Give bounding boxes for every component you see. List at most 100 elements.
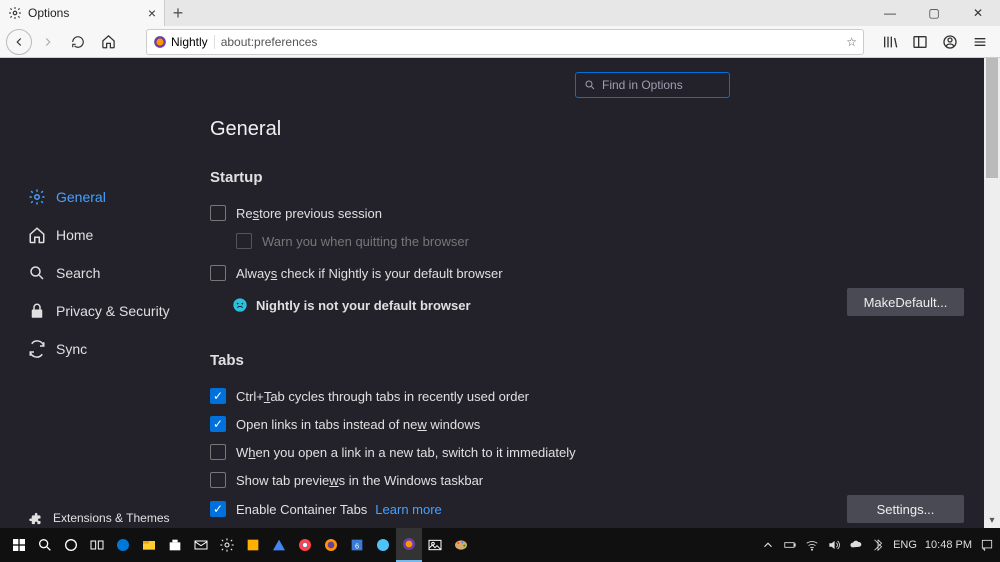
system-tray: ENG 10:48 PM: [761, 538, 994, 552]
make-default-button[interactable]: Make Default...: [847, 288, 964, 316]
checkbox[interactable]: [210, 205, 226, 221]
maximize-button[interactable]: ▢: [912, 0, 956, 26]
app-icon[interactable]: [266, 528, 292, 562]
page-title: General: [210, 118, 964, 141]
checkbox: [236, 233, 252, 249]
url-bar[interactable]: Nightly about:preferences ☆: [146, 29, 864, 55]
warn-quit-row: Warn you when quitting the browser: [236, 228, 964, 254]
site-identity[interactable]: Nightly: [153, 35, 215, 49]
cortana-icon[interactable]: [58, 528, 84, 562]
explorer-icon[interactable]: [136, 528, 162, 562]
label: Ctrl+Tab cycles through tabs in recently…: [236, 389, 529, 404]
wifi-icon[interactable]: [805, 538, 819, 552]
minimize-button[interactable]: —: [868, 0, 912, 26]
sidebar-item-home[interactable]: Home: [28, 216, 198, 254]
bluetooth-icon[interactable]: [871, 538, 885, 552]
scroll-down-icon[interactable]: ▾: [984, 512, 1000, 528]
onedrive-icon[interactable]: [849, 538, 863, 552]
task-view-icon[interactable]: [84, 528, 110, 562]
app-icon[interactable]: [370, 528, 396, 562]
back-button[interactable]: [6, 29, 32, 55]
checkbox[interactable]: ✓: [210, 416, 226, 432]
scrollbar[interactable]: ▾: [984, 58, 1000, 528]
sidebar-item-extensions[interactable]: Extensions & Themes: [28, 503, 170, 528]
sidebar-label: General: [56, 189, 106, 205]
sidebar-label: Home: [56, 227, 93, 243]
window-controls: — ▢ ✕: [868, 0, 1000, 26]
search-placeholder: Find in Options: [602, 78, 683, 92]
tray-chevron-icon[interactable]: [761, 538, 775, 552]
checkbox[interactable]: [210, 444, 226, 460]
edge-icon[interactable]: [110, 528, 136, 562]
clock[interactable]: 10:48 PM: [925, 540, 972, 551]
new-tab-button[interactable]: +: [165, 0, 191, 26]
toolbar-icons: [876, 28, 994, 56]
container-tabs-row[interactable]: ✓ Enable Container Tabs Learn more Setti…: [210, 495, 964, 523]
mail-icon[interactable]: [188, 528, 214, 562]
preferences-page: Find in Options General Home Search Priv…: [0, 58, 984, 528]
start-button[interactable]: [6, 528, 32, 562]
close-window-button[interactable]: ✕: [956, 0, 1000, 26]
label: Always check if Nightly is your default …: [236, 266, 503, 281]
scrollbar-thumb[interactable]: [986, 58, 998, 178]
find-in-options[interactable]: Find in Options: [575, 72, 730, 98]
chrome-icon[interactable]: [292, 528, 318, 562]
library-icon[interactable]: [876, 28, 904, 56]
sidebar-label: Privacy & Security: [56, 303, 170, 319]
default-browser-row[interactable]: Always check if Nightly is your default …: [210, 260, 964, 286]
ctrl-tab-row[interactable]: ✓ Ctrl+Tab cycles through tabs in recent…: [210, 383, 964, 409]
browser-tab[interactable]: Options ×: [0, 0, 165, 26]
open-links-row[interactable]: ✓ Open links in tabs instead of new wind…: [210, 411, 964, 437]
forward-button[interactable]: [34, 28, 62, 56]
search-icon: [28, 264, 46, 282]
sidebar-item-sync[interactable]: Sync: [28, 330, 198, 368]
tabstrip: Options × +: [0, 0, 191, 26]
search-taskbar-icon[interactable]: [32, 528, 58, 562]
label: Warn you when quitting the browser: [262, 234, 469, 249]
label: Open links in tabs instead of new window…: [236, 417, 480, 432]
sidebar-footer: Extensions & Themes Nightly Support: [28, 503, 170, 528]
store-icon[interactable]: [162, 528, 188, 562]
home-button[interactable]: [94, 28, 122, 56]
svg-text:6: 6: [355, 541, 359, 550]
sidebar-item-general[interactable]: General: [28, 178, 198, 216]
sidebar-item-search[interactable]: Search: [28, 254, 198, 292]
checkbox[interactable]: ✓: [210, 388, 226, 404]
switch-tab-row[interactable]: When you open a link in a new tab, switc…: [210, 439, 964, 465]
gear-icon: [8, 6, 22, 20]
paint-icon[interactable]: [448, 528, 474, 562]
checkbox[interactable]: [210, 472, 226, 488]
sidebar-item-privacy[interactable]: Privacy & Security: [28, 292, 198, 330]
checkbox[interactable]: ✓: [210, 501, 226, 517]
sad-face-icon: [232, 297, 248, 313]
gear-icon: [28, 188, 46, 206]
reload-button[interactable]: [64, 28, 92, 56]
restore-session-row[interactable]: Restore previous session: [210, 200, 964, 226]
app-icon[interactable]: 6: [344, 528, 370, 562]
firefox-taskbar-icon[interactable]: [318, 528, 344, 562]
section-heading: Startup: [210, 169, 964, 186]
label: Show tab previews in the Windows taskbar: [236, 473, 483, 488]
close-tab-icon[interactable]: ×: [148, 5, 156, 21]
settings-taskbar-icon[interactable]: [214, 528, 240, 562]
learn-more-link[interactable]: Learn more: [375, 502, 441, 517]
sidebar-label: Sync: [56, 341, 87, 357]
battery-icon[interactable]: [783, 538, 797, 552]
startup-section: Startup Restore previous session Warn yo…: [210, 169, 964, 316]
menu-icon[interactable]: [966, 28, 994, 56]
photos-icon[interactable]: [422, 528, 448, 562]
volume-icon[interactable]: [827, 538, 841, 552]
section-heading: Tabs: [210, 352, 964, 369]
nightly-taskbar-icon[interactable]: [396, 528, 422, 562]
sidebar-icon[interactable]: [906, 28, 934, 56]
bookmark-star-icon[interactable]: ☆: [846, 35, 857, 49]
home-icon: [28, 226, 46, 244]
sidebar-label: Extensions & Themes: [53, 511, 170, 525]
container-settings-button[interactable]: Settings...: [847, 495, 964, 523]
tab-previews-row[interactable]: Show tab previews in the Windows taskbar: [210, 467, 964, 493]
account-icon[interactable]: [936, 28, 964, 56]
checkbox[interactable]: [210, 265, 226, 281]
language-indicator[interactable]: ENG: [893, 539, 917, 551]
notifications-icon[interactable]: [980, 538, 994, 552]
app-icon[interactable]: [240, 528, 266, 562]
